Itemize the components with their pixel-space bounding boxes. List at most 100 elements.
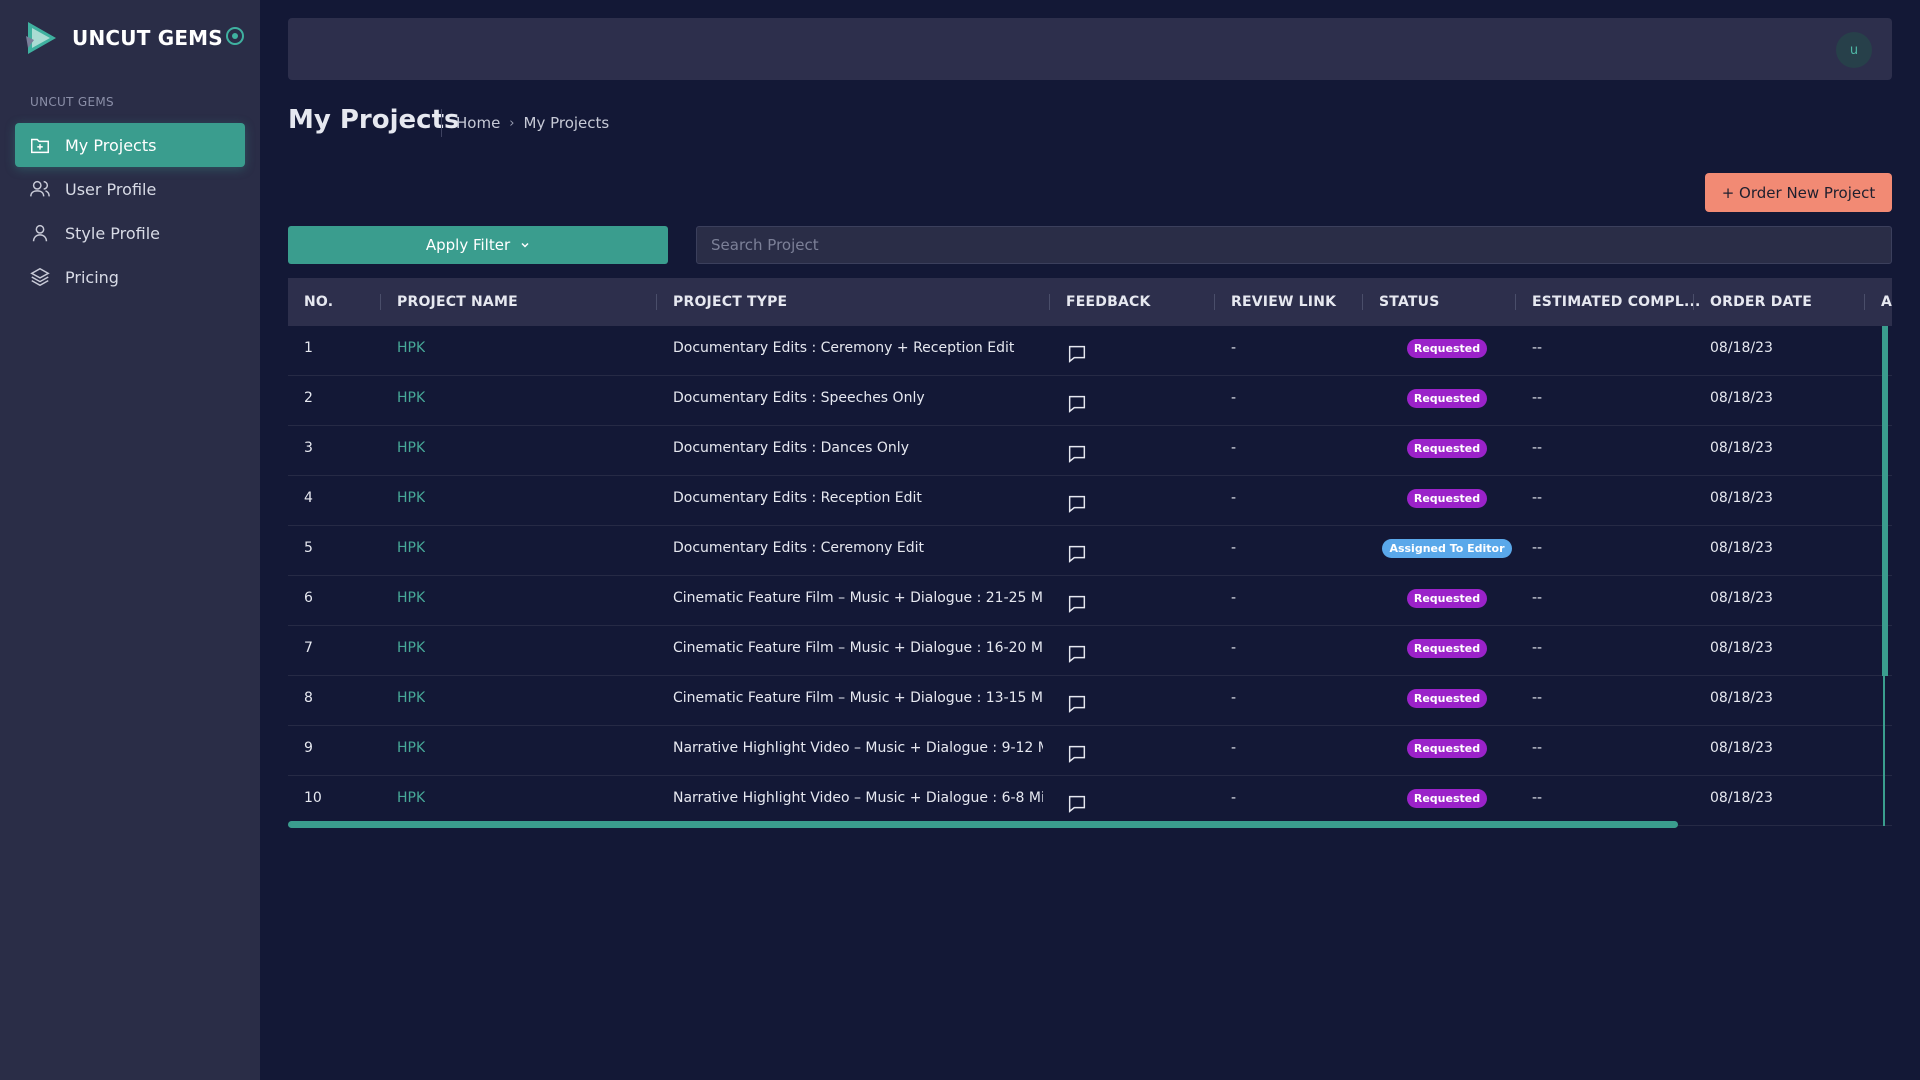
column-header-project-type[interactable]: PROJECT TYPE: [673, 278, 787, 326]
cell-status: Requested: [1379, 376, 1515, 420]
status-badge: Requested: [1406, 738, 1488, 758]
chevron-down-icon: [521, 242, 529, 248]
table-row[interactable]: 2 HPK Documentary Edits : Speeches Only - --…: [288, 376, 1892, 426]
cell-project-name[interactable]: HPK: [397, 676, 425, 720]
cell-order-date: 08/18/23: [1710, 490, 1773, 506]
column-divider: [1864, 294, 1865, 310]
chat-bubble-icon[interactable]: [1066, 343, 1088, 365]
table-row[interactable]: 10 HPK Narrative Highlight Video – Music +…: [288, 776, 1892, 826]
cell-project-name[interactable]: HPK: [397, 576, 425, 620]
cell-review-link: -: [1231, 340, 1237, 356]
brand[interactable]: UNCUT GEMS: [22, 18, 223, 58]
sidebar-item-pricing[interactable]: Pricing: [15, 255, 245, 299]
cell-project-name[interactable]: HPK: [397, 626, 425, 670]
cell-project-name[interactable]: HPK: [397, 426, 425, 470]
chevron-right-icon: ›: [509, 115, 515, 131]
cell-project-name[interactable]: HPK: [397, 726, 425, 770]
cell-project-name[interactable]: HPK: [397, 476, 425, 520]
cell-order-date: 08/18/23: [1710, 340, 1773, 356]
table-row[interactable]: 1 HPK Documentary Edits : Ceremony + Recep…: [288, 326, 1892, 376]
cell-project-name[interactable]: HPK: [397, 526, 425, 570]
sidebar-item-user-profile[interactable]: User Profile: [15, 167, 245, 211]
cell-feedback[interactable]: [1066, 626, 1088, 670]
page-title: My Projects: [288, 105, 460, 135]
order-new-project-button[interactable]: + Order New Project: [1705, 173, 1892, 212]
vertical-scroll-indicator: [1882, 376, 1888, 426]
sidebar: UNCUT GEMS UNCUT GEMS My Projects User P…: [0, 0, 260, 1080]
cell-feedback[interactable]: [1066, 376, 1088, 420]
cell-order-date: 08/18/23: [1710, 640, 1773, 656]
top-bar: u: [288, 18, 1892, 80]
cell-project-name[interactable]: HPK: [397, 376, 425, 420]
cell-project-name[interactable]: HPK: [397, 326, 425, 370]
users-icon: [30, 180, 50, 197]
table-row[interactable]: 3 HPK Documentary Edits : Dances Only - -- 08…: [288, 426, 1892, 476]
projects-table: NO. PROJECT NAME PROJECT TYPE FEEDBACK R…: [288, 278, 1892, 830]
chat-bubble-icon[interactable]: [1066, 693, 1088, 715]
chat-bubble-icon[interactable]: [1066, 793, 1088, 815]
cell-project-type: Documentary Edits : Ceremony Edit: [673, 540, 924, 556]
horizontal-scrollbar[interactable]: [288, 821, 1678, 828]
cell-estimated-completion: --: [1532, 640, 1543, 656]
cell-project-name[interactable]: HPK: [397, 776, 425, 820]
play-logo-icon: [26, 22, 56, 54]
table-row[interactable]: 9 HPK Narrative Highlight Video – Music + …: [288, 726, 1892, 776]
table-row[interactable]: 7 HPK Cinematic Feature Film – Music + Dia…: [288, 626, 1892, 676]
cell-status: Requested: [1379, 726, 1515, 770]
cell-order-date: 08/18/23: [1710, 590, 1773, 606]
cell-review-link: -: [1231, 390, 1237, 406]
cell-feedback[interactable]: [1066, 776, 1088, 820]
layers-icon: [30, 267, 50, 287]
chat-bubble-icon[interactable]: [1066, 743, 1088, 765]
sidebar-toggle-icon[interactable]: [226, 27, 244, 45]
column-header-estimated-completion[interactable]: ESTIMATED COMPL...: [1532, 278, 1701, 326]
table-row[interactable]: 5 HPK Documentary Edits : Ceremony Edit - --…: [288, 526, 1892, 576]
sidebar-section-label: UNCUT GEMS: [30, 95, 114, 109]
table-row[interactable]: 8 HPK Cinematic Feature Film – Music + Dia…: [288, 676, 1892, 726]
column-header-project-name[interactable]: PROJECT NAME: [397, 278, 518, 326]
column-header-review-link[interactable]: REVIEW LINK: [1231, 278, 1336, 326]
table-row[interactable]: 4 HPK Documentary Edits : Reception Edit - -…: [288, 476, 1892, 526]
avatar[interactable]: u: [1836, 32, 1872, 68]
cell-estimated-completion: --: [1532, 590, 1543, 606]
cell-feedback[interactable]: [1066, 676, 1088, 720]
cell-status: Requested: [1379, 476, 1515, 520]
cell-feedback[interactable]: [1066, 726, 1088, 770]
sidebar-item-my-projects[interactable]: My Projects: [15, 123, 245, 167]
column-header-order-date[interactable]: ORDER DATE: [1710, 278, 1812, 326]
cell-review-link: -: [1231, 590, 1237, 606]
chat-bubble-icon[interactable]: [1066, 643, 1088, 665]
chat-bubble-icon[interactable]: [1066, 393, 1088, 415]
chat-bubble-icon[interactable]: [1066, 543, 1088, 565]
column-header-no[interactable]: NO.: [304, 278, 333, 326]
cell-estimated-completion: --: [1532, 490, 1543, 506]
cell-estimated-completion: --: [1532, 440, 1543, 456]
column-header-truncated[interactable]: A: [1881, 278, 1892, 326]
chat-bubble-icon[interactable]: [1066, 593, 1088, 615]
cell-no: 8: [304, 690, 313, 706]
cell-project-type: Cinematic Feature Film – Music + Dialogu…: [673, 640, 1043, 656]
cell-review-link: -: [1231, 440, 1237, 456]
column-header-feedback[interactable]: FEEDBACK: [1066, 278, 1151, 326]
cell-feedback[interactable]: [1066, 476, 1088, 520]
cell-feedback[interactable]: [1066, 576, 1088, 620]
chat-bubble-icon[interactable]: [1066, 493, 1088, 515]
vertical-scroll-indicator: [1883, 776, 1885, 826]
status-badge: Requested: [1406, 438, 1488, 458]
cell-no: 4: [304, 490, 313, 506]
brand-name: UNCUT GEMS: [72, 26, 223, 50]
user-icon: [32, 224, 48, 242]
search-input[interactable]: [696, 226, 1892, 264]
cell-feedback[interactable]: [1066, 526, 1088, 570]
apply-filter-button[interactable]: Apply Filter: [288, 226, 668, 264]
table-row[interactable]: 6 HPK Cinematic Feature Film – Music + Dia…: [288, 576, 1892, 626]
cell-no: 7: [304, 640, 313, 656]
chat-bubble-icon[interactable]: [1066, 443, 1088, 465]
cell-order-date: 08/18/23: [1710, 790, 1773, 806]
sidebar-item-style-profile[interactable]: Style Profile: [15, 211, 245, 255]
breadcrumb-home[interactable]: Home: [456, 114, 500, 132]
cell-feedback[interactable]: [1066, 426, 1088, 470]
sidebar-item-label: My Projects: [65, 135, 157, 155]
column-header-status[interactable]: STATUS: [1379, 278, 1440, 326]
cell-feedback[interactable]: [1066, 326, 1088, 370]
